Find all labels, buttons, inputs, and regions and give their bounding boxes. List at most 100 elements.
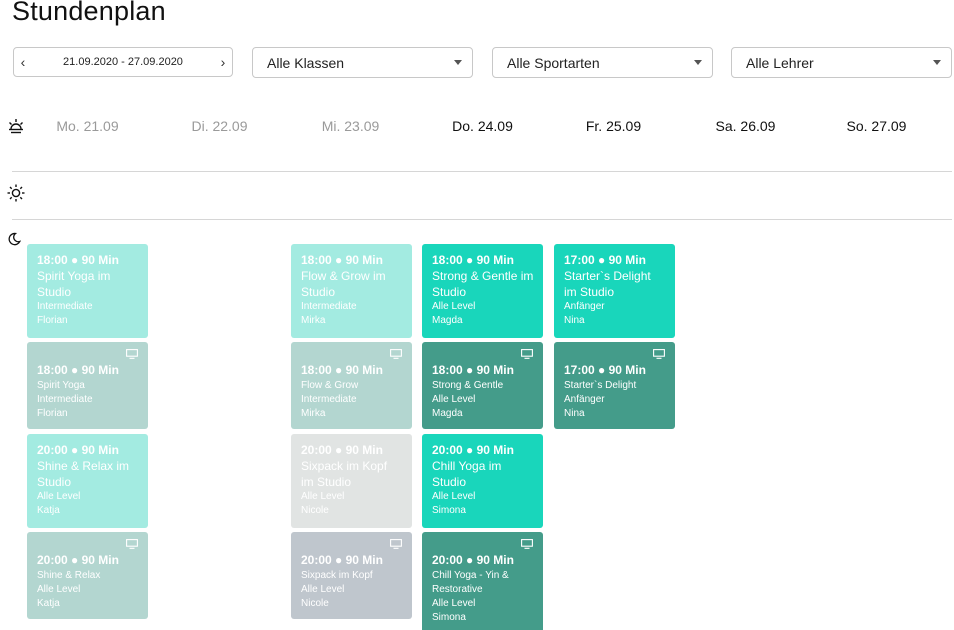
class-time: 18:00 ● 90 Min (432, 363, 514, 377)
classes-filter-value: Alle Klassen (267, 54, 345, 71)
class-title: Flow & Grow im Studio (301, 269, 386, 299)
class-card[interactable]: 20:00 ● 90 Min Chill Yoga - Yin & Restor… (422, 532, 543, 630)
class-card[interactable]: 20:00 ● 90 Min Shine & Relax Alle Level … (27, 532, 148, 619)
class-title: Chill Yoga - Yin & Restorative (432, 570, 509, 595)
class-level: Alle Level (432, 598, 476, 609)
class-title: Sixpack im Kopf im Studio (301, 459, 388, 489)
class-level: Intermediate (301, 301, 357, 312)
class-teacher: Nicole (301, 598, 329, 609)
class-teacher: Katja (37, 505, 60, 516)
teacher-filter-dropdown[interactable]: Alle Lehrer (731, 47, 952, 78)
class-level: Alle Level (301, 584, 345, 595)
class-time: 17:00 ● 90 Min (564, 363, 646, 377)
class-time: 18:00 ● 90 Min (301, 363, 383, 377)
class-card-cancelled[interactable]: 20:00 ● 90 Min Sixpack im Kopf Alle Leve… (291, 532, 412, 619)
class-level: Alle Level (37, 584, 81, 595)
class-teacher: Magda (432, 315, 463, 326)
class-card[interactable]: 18:00 ● 90 Min Strong & Gentle Alle Leve… (422, 342, 543, 429)
monitor-icon (521, 539, 533, 549)
class-title: Chill Yoga im Studio (432, 459, 502, 489)
monitor-icon (126, 349, 138, 359)
day-header-fri: Fr. 25.09 (585, 118, 642, 134)
class-title: Spirit Yoga im Studio (37, 269, 111, 299)
class-card[interactable]: 17:00 ● 90 Min Starter`s Delight im Stud… (554, 244, 675, 338)
prev-week-button[interactable]: ‹ (14, 54, 32, 70)
class-time: 20:00 ● 90 Min (301, 553, 383, 567)
class-teacher: Simona (432, 505, 466, 516)
page-title: Stundenplan (12, 0, 166, 26)
sport-filter-value: Alle Sportarten (507, 54, 600, 71)
class-card[interactable]: 18:00 ● 90 Min Flow & Grow im Studio Int… (291, 244, 412, 338)
caret-down-icon (454, 60, 462, 65)
monitor-icon (390, 539, 402, 549)
class-title: Flow & Grow (301, 380, 359, 391)
class-card[interactable]: 18:00 ● 90 Min Strong & Gentle im Studio… (422, 244, 543, 338)
monitor-icon (521, 349, 533, 359)
day-header-sat: Sa. 26.09 (715, 118, 776, 134)
day-header-wed: Mi. 23.09 (321, 118, 380, 134)
class-level: Alle Level (432, 394, 476, 405)
monitor-icon (126, 539, 138, 549)
class-teacher: Mirka (301, 408, 326, 419)
class-title: Starter`s Delight (564, 380, 637, 391)
class-teacher: Mirka (301, 315, 326, 326)
day-header-sun: So. 27.09 (846, 118, 907, 134)
class-card[interactable]: 17:00 ● 90 Min Starter`s Delight Anfänge… (554, 342, 675, 429)
class-level: Anfänger (564, 394, 605, 405)
class-teacher: Magda (432, 408, 463, 419)
monitor-icon (653, 349, 665, 359)
class-teacher: Florian (37, 315, 68, 326)
week-range-label: 21.09.2020 - 27.09.2020 (63, 56, 183, 68)
sport-filter-dropdown[interactable]: Alle Sportarten (492, 47, 713, 78)
sunrise-icon (9, 119, 23, 134)
class-title: Spirit Yoga (37, 380, 85, 391)
classes-filter-dropdown[interactable]: Alle Klassen (252, 47, 473, 78)
next-week-button[interactable]: › (214, 54, 232, 70)
class-title: Strong & Gentle (432, 380, 504, 391)
class-teacher: Nina (564, 408, 585, 419)
moon-icon (8, 232, 21, 246)
day-header-thu: Do. 24.09 (452, 118, 513, 134)
class-title: Shine & Relax im Studio (37, 459, 130, 489)
class-time: 20:00 ● 90 Min (301, 443, 383, 457)
class-teacher: Florian (37, 408, 68, 419)
monitor-icon (390, 349, 402, 359)
class-card[interactable]: 20:00 ● 90 Min Shine & Relax im Studio A… (27, 434, 148, 528)
class-level: Intermediate (301, 394, 357, 405)
class-teacher: Nina (564, 315, 585, 326)
class-time: 20:00 ● 90 Min (432, 553, 514, 567)
class-time: 18:00 ● 90 Min (37, 363, 119, 377)
class-card[interactable]: 18:00 ● 90 Min Flow & Grow Intermediate … (291, 342, 412, 429)
class-teacher: Katja (37, 598, 60, 609)
class-teacher: Simona (432, 612, 466, 623)
class-level: Alle Level (37, 491, 81, 502)
class-time: 17:00 ● 90 Min (564, 253, 646, 267)
class-level: Intermediate (37, 394, 93, 405)
class-time: 20:00 ● 90 Min (432, 443, 514, 457)
teacher-filter-value: Alle Lehrer (746, 54, 814, 71)
class-card-cancelled[interactable]: 20:00 ● 90 Min Sixpack im Kopf im Studio… (291, 434, 412, 528)
class-level: Anfänger (564, 301, 605, 312)
class-level: Intermediate (37, 301, 93, 312)
day-header-tue: Di. 22.09 (191, 118, 248, 134)
class-time: 20:00 ● 90 Min (37, 553, 119, 567)
class-teacher: Nicole (301, 505, 329, 516)
class-title: Sixpack im Kopf (301, 570, 373, 581)
day-header-mon: Mo. 21.09 (56, 118, 119, 134)
class-level: Alle Level (432, 491, 476, 502)
class-time: 18:00 ● 90 Min (432, 253, 514, 267)
caret-down-icon (933, 60, 941, 65)
row-divider-morning (12, 171, 952, 172)
class-level: Alle Level (432, 301, 476, 312)
class-card[interactable]: 18:00 ● 90 Min Spirit Yoga im Studio Int… (27, 244, 148, 338)
class-card[interactable]: 18:00 ● 90 Min Spirit Yoga Intermediate … (27, 342, 148, 429)
class-card[interactable]: 20:00 ● 90 Min Chill Yoga im Studio Alle… (422, 434, 543, 528)
class-time: 18:00 ● 90 Min (301, 253, 383, 267)
class-title: Shine & Relax (37, 570, 101, 581)
caret-down-icon (694, 60, 702, 65)
class-level: Alle Level (301, 491, 345, 502)
class-title: Starter`s Delight im Studio (564, 269, 651, 299)
row-divider-midday (12, 219, 952, 220)
week-picker: ‹ 21.09.2020 - 27.09.2020 › (13, 47, 233, 77)
class-title: Strong & Gentle im Studio (432, 269, 534, 299)
